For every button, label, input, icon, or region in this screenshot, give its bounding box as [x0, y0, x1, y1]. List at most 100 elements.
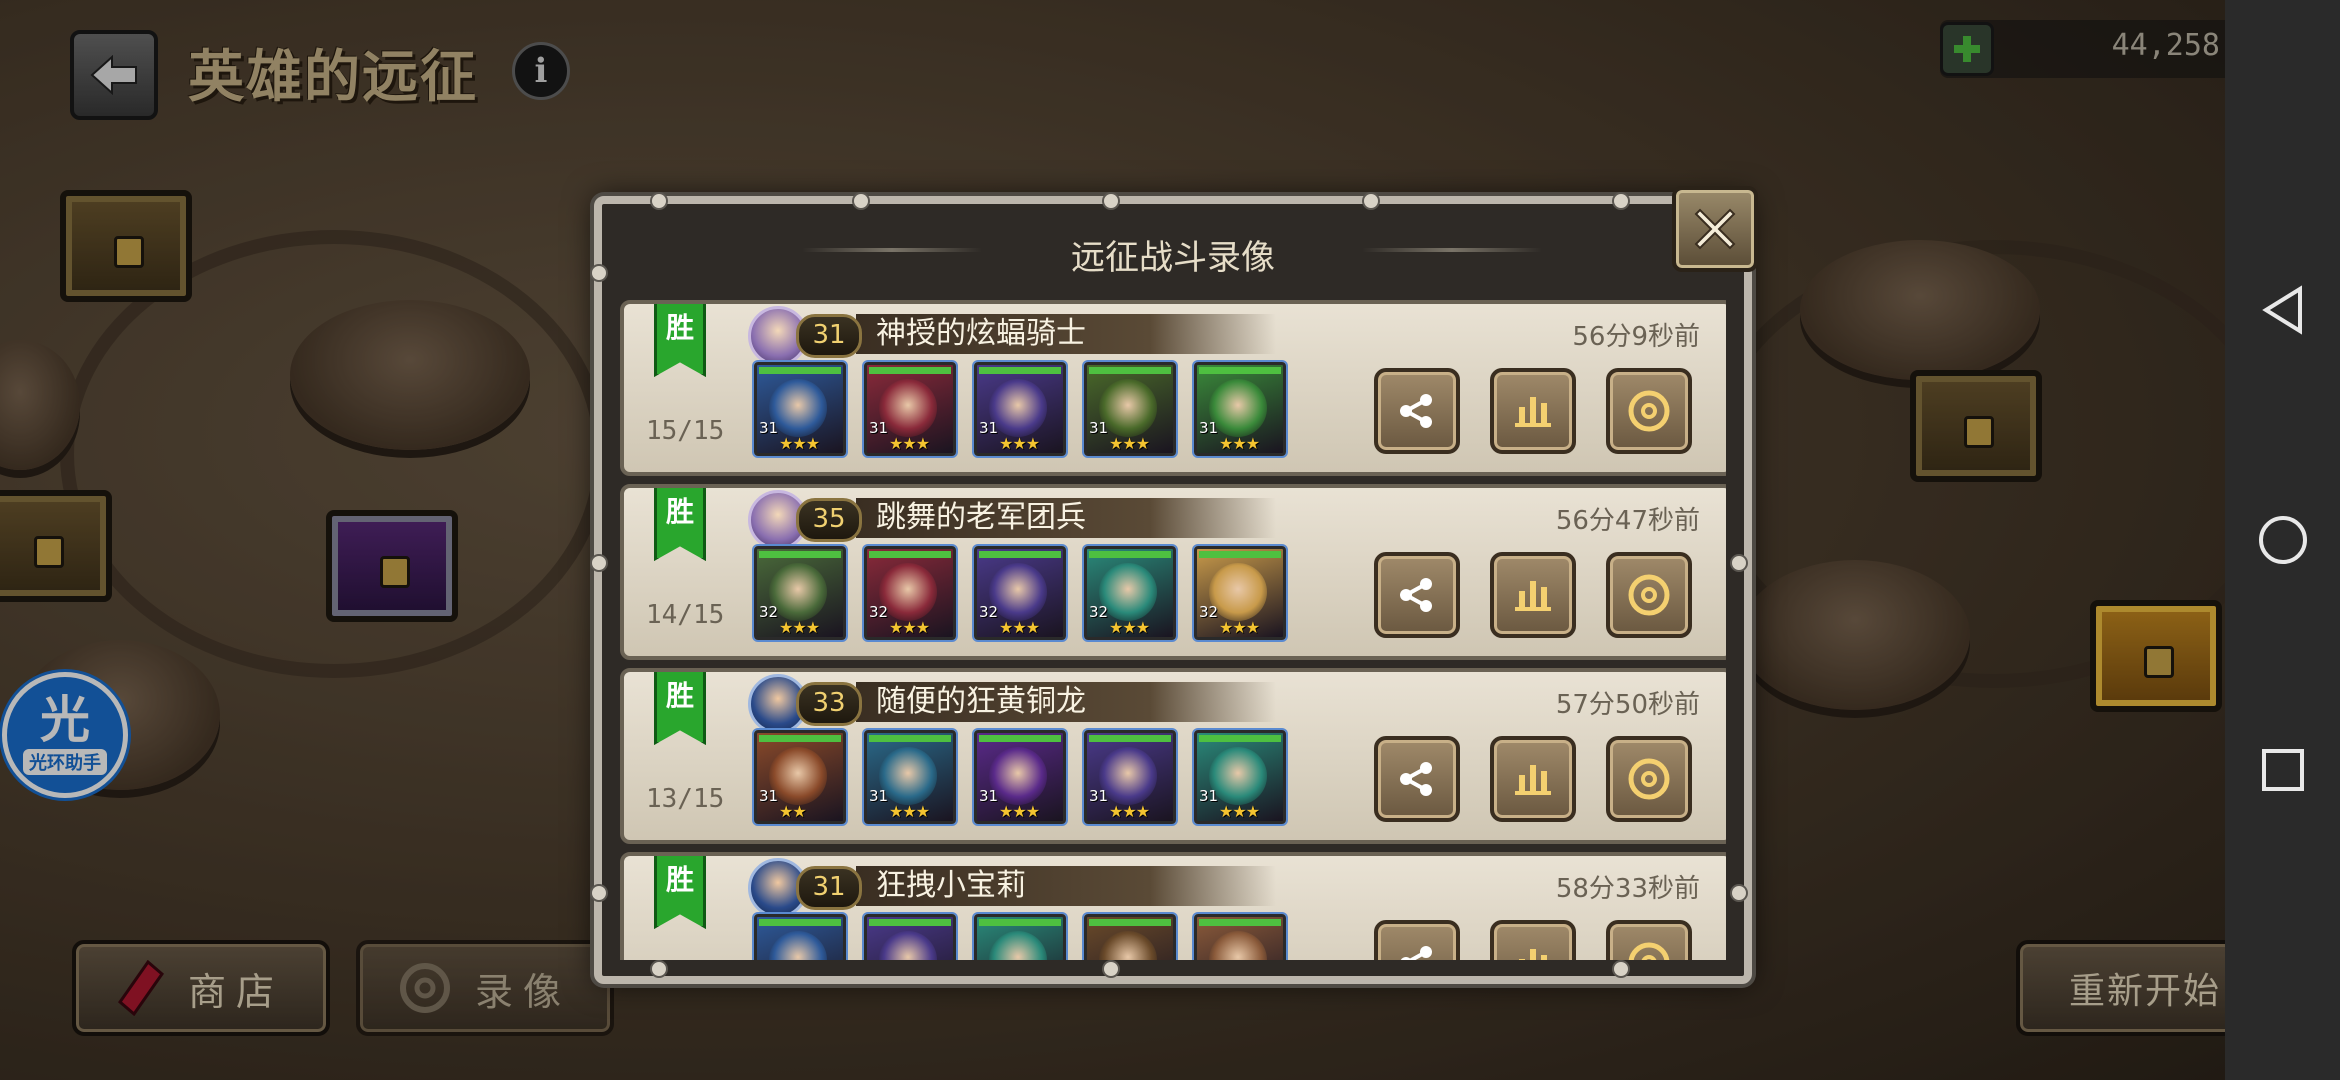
hero-hp-bar: [979, 367, 1061, 374]
share-button[interactable]: [1374, 920, 1460, 960]
share-button[interactable]: [1374, 552, 1460, 638]
hero-face: [1209, 931, 1267, 960]
hero-portrait[interactable]: 31 ★★★: [1084, 362, 1176, 456]
share-button[interactable]: [1374, 368, 1460, 454]
hero-face: [989, 931, 1047, 960]
replay-record: 胜 15/15 31 神授的炫蝠骑士 56分9秒前 31 ★★★ 31 ★★★ 31 ★★★ 31 ★★…: [620, 300, 1726, 476]
play-replay-button[interactable]: [1606, 552, 1692, 638]
share-icon: [1398, 392, 1436, 430]
hero-level: 31: [759, 787, 779, 805]
hero-portrait[interactable]: 31 ★★★: [864, 730, 956, 824]
nav-recent-button[interactable]: [2225, 730, 2340, 810]
square-recent-icon: [2261, 749, 2304, 791]
hero-portrait[interactable]: 31 ★★★: [1194, 730, 1286, 824]
play-replay-button[interactable]: [1606, 920, 1692, 960]
close-button[interactable]: [1672, 186, 1758, 272]
share-button[interactable]: [1374, 736, 1460, 822]
stats-button[interactable]: [1490, 736, 1576, 822]
hero-portrait[interactable]: 31 ★★★: [974, 730, 1066, 824]
hero-hp-bar: [1199, 551, 1281, 558]
hero-portrait[interactable]: [1194, 914, 1286, 960]
hero-level: 31: [1089, 787, 1109, 805]
circle-home-icon: [2258, 516, 2307, 564]
hero-hp-bar: [979, 735, 1061, 742]
hero-face: [769, 931, 827, 960]
nav-back-button[interactable]: [2225, 270, 2340, 350]
share-icon: [1398, 576, 1436, 614]
hero-portrait[interactable]: 31 ★★★: [1194, 362, 1286, 456]
hero-portrait[interactable]: [754, 914, 846, 960]
hero-portrait[interactable]: [1084, 914, 1176, 960]
play-replay-button[interactable]: [1606, 368, 1692, 454]
stage-progress: 14/15: [646, 600, 725, 630]
victory-ribbon: 胜: [654, 672, 706, 745]
stage-progress: 15/15: [646, 416, 725, 446]
hero-stars: ★★★: [1109, 618, 1150, 637]
bar-chart-icon: [1513, 393, 1553, 429]
hero-hp-bar: [1089, 735, 1171, 742]
stats-button[interactable]: [1490, 368, 1576, 454]
hero-level: 31: [869, 419, 889, 437]
hero-hp-bar: [869, 735, 951, 742]
replay-record: 胜 31 狂拽小宝莉 58分33秒前: [620, 852, 1726, 960]
hero-hp-bar: [979, 551, 1061, 558]
dialog-title: 远征战斗录像: [1071, 238, 1275, 278]
hero-portrait[interactable]: 32 ★★★: [864, 546, 956, 640]
replay-icon: [1627, 573, 1671, 617]
system-navigation-bar: [2225, 0, 2340, 1080]
player-name: 跳舞的老军团兵: [876, 500, 1086, 535]
hero-hp-bar: [1199, 919, 1281, 926]
time-ago: 57分50秒前: [1555, 690, 1700, 720]
hero-portrait[interactable]: 32 ★★★: [1084, 546, 1176, 640]
stats-button[interactable]: [1490, 920, 1576, 960]
stats-button[interactable]: [1490, 552, 1576, 638]
hero-stars: ★★★: [889, 434, 930, 453]
hero-portrait[interactable]: 31 ★★★: [864, 362, 956, 456]
hero-level: 31: [1199, 419, 1219, 437]
hero-portrait[interactable]: 32 ★★★: [1194, 546, 1286, 640]
replay-icon: [1627, 389, 1671, 433]
hero-stars: ★★★: [889, 618, 930, 637]
play-replay-button[interactable]: [1606, 736, 1692, 822]
hero-stars: ★★★: [1109, 434, 1150, 453]
hero-portrait[interactable]: 31 ★★★: [974, 362, 1066, 456]
hero-stars: ★★★: [1219, 434, 1260, 453]
player-level-badge: 33: [796, 682, 862, 726]
victory-ribbon: 胜: [654, 488, 706, 561]
replay-icon: [1627, 941, 1671, 960]
replay-list[interactable]: 胜 15/15 31 神授的炫蝠骑士 56分9秒前 31 ★★★ 31 ★★★ 31 ★★★ 31 ★★…: [620, 300, 1726, 960]
hero-level: 31: [869, 787, 889, 805]
player-name: 狂拽小宝莉: [876, 868, 1026, 903]
replay-icon: [1627, 757, 1671, 801]
hero-portrait[interactable]: 31 ★★★: [1084, 730, 1176, 824]
bar-chart-icon: [1513, 945, 1553, 960]
nav-home-button[interactable]: [2225, 500, 2340, 580]
hero-portrait[interactable]: 31 ★★: [754, 730, 846, 824]
hero-portrait[interactable]: 31 ★★★: [754, 362, 846, 456]
hero-level: 31: [979, 419, 999, 437]
player-level-badge: 35: [796, 498, 862, 542]
player-level-badge: 31: [796, 314, 862, 358]
hero-portrait[interactable]: 32 ★★★: [974, 546, 1066, 640]
hero-hp-bar: [1199, 367, 1281, 374]
bar-chart-icon: [1513, 577, 1553, 613]
hero-hp-bar: [759, 367, 841, 374]
hero-stars: ★★★: [999, 802, 1040, 821]
hero-portrait[interactable]: 32 ★★★: [754, 546, 846, 640]
hero-hp-bar: [869, 919, 951, 926]
hero-level: 31: [759, 419, 779, 437]
hero-level: 32: [869, 603, 889, 621]
hero-portrait[interactable]: [974, 914, 1066, 960]
hero-level: 31: [1089, 419, 1109, 437]
hero-portrait[interactable]: [864, 914, 956, 960]
hero-stars: ★★★: [1219, 618, 1260, 637]
battle-replay-dialog: 远征战斗录像 胜 15/15 31 神授的炫蝠骑士 56分9秒前 31 ★★★ 31 ★★★ 31…: [590, 192, 1752, 984]
hero-hp-bar: [869, 551, 951, 558]
victory-ribbon: 胜: [654, 856, 706, 929]
hero-hp-bar: [1089, 367, 1171, 374]
hero-level: 32: [1199, 603, 1219, 621]
hero-face: [1099, 931, 1157, 960]
time-ago: 56分47秒前: [1555, 506, 1700, 536]
time-ago: 56分9秒前: [1572, 322, 1700, 352]
hero-stars: ★★★: [1219, 802, 1260, 821]
